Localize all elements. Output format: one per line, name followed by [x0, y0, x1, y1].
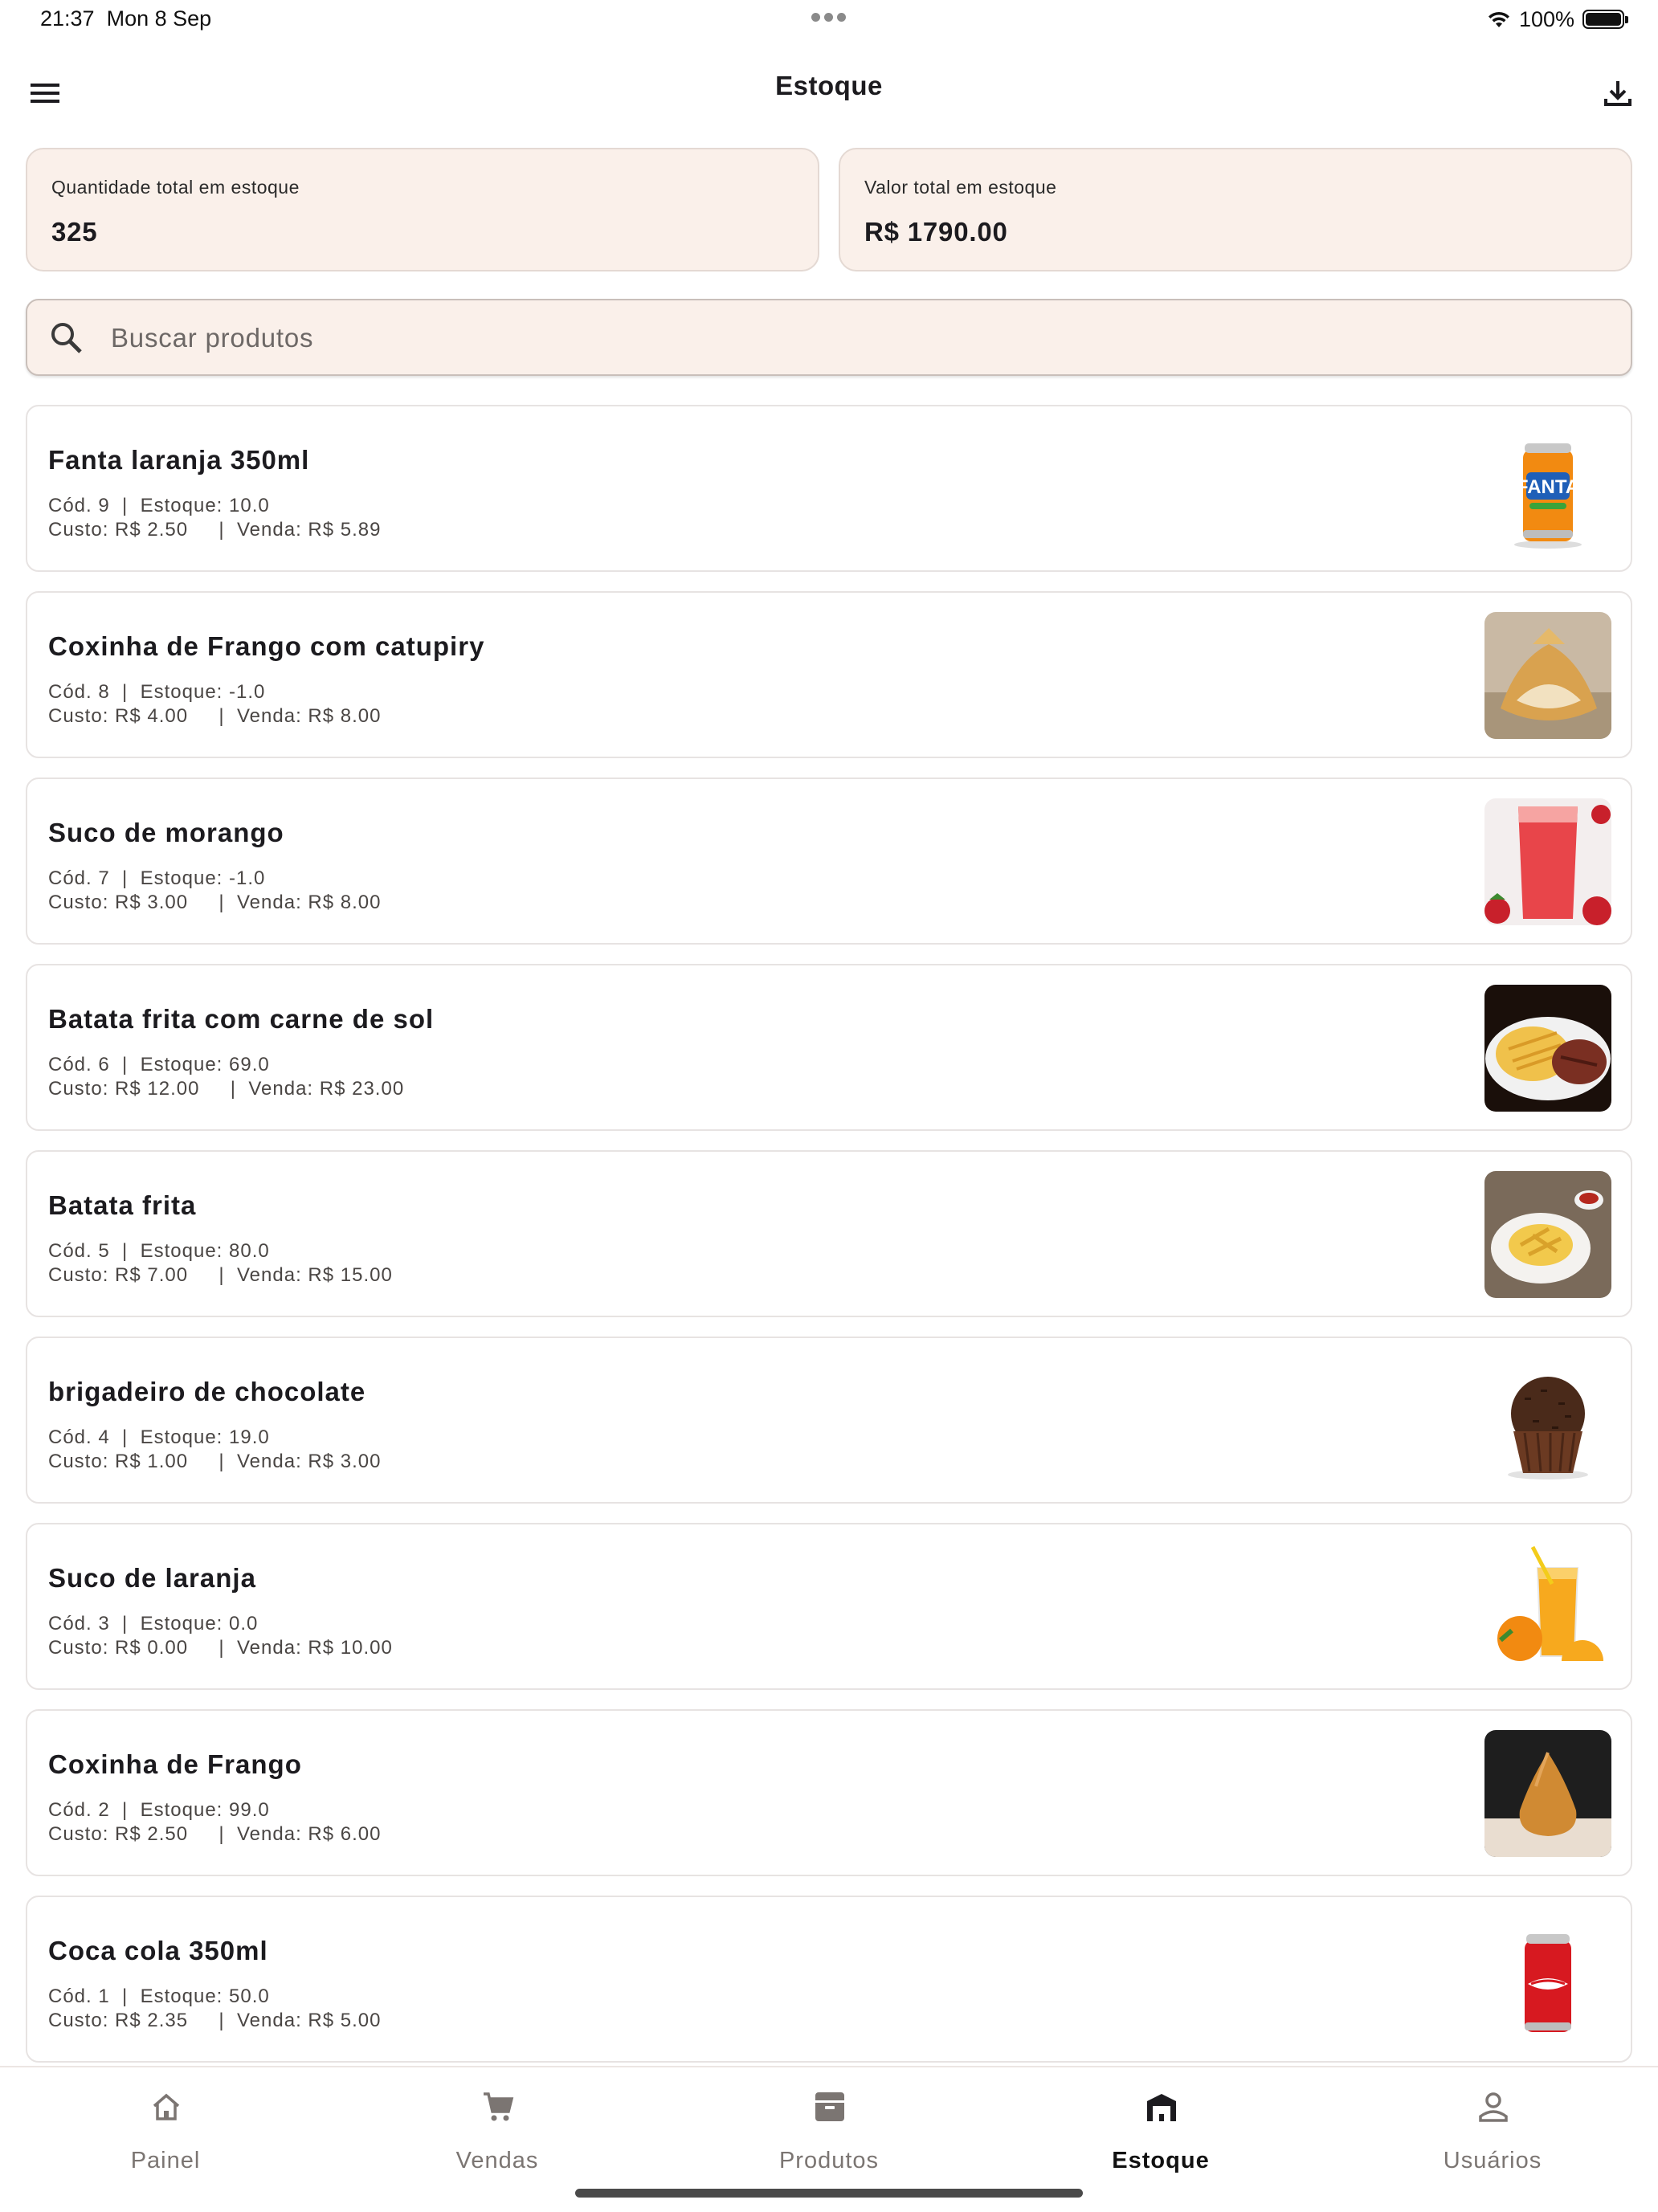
nav-label: Produtos	[778, 2148, 880, 2173]
product-code-stock: Cód. 7 | Estoque: -1.0	[48, 867, 266, 889]
product-cost-price: Custo: R$ 3.00 | Venda: R$ 8.00	[48, 892, 382, 913]
page-title: Estoque	[775, 71, 883, 100]
total-quantity-label: Quantidade total em estoque	[51, 177, 300, 198]
search-icon	[51, 323, 82, 353]
cart-icon	[484, 2092, 514, 2121]
status-time: 21:37 Mon 8 Sep	[40, 6, 212, 31]
product-code-stock: Cód. 1 | Estoque: 50.0	[48, 1985, 270, 2007]
product-cost-price: Custo: R$ 2.50 | Venda: R$ 5.89	[48, 519, 382, 541]
product-card[interactable]: Batata frita Cód. 5 | Estoque: 80.0 Cust…	[26, 1150, 1632, 1317]
home-icon	[153, 2093, 180, 2120]
product-code-stock: Cód. 3 | Estoque: 0.0	[48, 1613, 259, 1635]
nav-label: Usuários	[1443, 2148, 1542, 2173]
product-name: Fanta laranja 350ml	[48, 445, 310, 475]
product-card[interactable]: Suco de laranja Cód. 3 | Estoque: 0.0 Cu…	[26, 1523, 1632, 1690]
status-indicators: 100%	[1487, 6, 1628, 32]
download-icon	[1604, 81, 1631, 106]
product-code-stock: Cód. 2 | Estoque: 99.0	[48, 1799, 270, 1821]
nav-item-produtos[interactable]: Produtos	[664, 2067, 994, 2188]
nav-item-usuarios[interactable]: Usuários	[1327, 2067, 1658, 2188]
product-name: Batata frita	[48, 1190, 197, 1220]
product-name: Coxinha de Frango com catupiry	[48, 631, 485, 661]
archive-icon	[815, 2092, 844, 2121]
nav-item-estoque[interactable]: Estoque	[995, 2067, 1326, 2188]
product-card[interactable]: Coxinha de Frango com catupiry Cód. 8 | …	[26, 591, 1632, 758]
home-indicator[interactable]	[575, 2189, 1083, 2198]
wifi-icon	[1488, 11, 1509, 27]
product-code-stock: Cód. 5 | Estoque: 80.0	[48, 1240, 270, 1262]
strawberry-juice-image	[1484, 798, 1611, 925]
search-bar[interactable]	[26, 299, 1632, 376]
product-cost-price: Custo: R$ 2.35 | Venda: R$ 5.00	[48, 2010, 382, 2031]
product-name: Batata frita com carne de sol	[48, 1004, 435, 1034]
multitasking-dots-icon[interactable]	[811, 6, 847, 22]
status-bar: 21:37 Mon 8 Sep 100%	[0, 0, 1658, 39]
fries-image	[1484, 1171, 1611, 1298]
product-card[interactable]: Coxinha de Frango Cód. 2 | Estoque: 99.0…	[26, 1709, 1632, 1876]
total-value-card: Valor total em estoque R$ 1790.00	[839, 148, 1632, 271]
product-code-stock: Cód. 8 | Estoque: -1.0	[48, 681, 266, 703]
product-card[interactable]: brigadeiro de chocolate Cód. 4 | Estoque…	[26, 1337, 1632, 1504]
product-name: brigadeiro de chocolate	[48, 1377, 366, 1406]
product-cost-price: Custo: R$ 1.00 | Venda: R$ 3.00	[48, 1451, 382, 1472]
nav-label: Vendas	[455, 2148, 539, 2173]
total-quantity-value: 325	[51, 217, 98, 247]
fries-with-meat-image	[1484, 985, 1611, 1112]
product-card[interactable]: Coca cola 350ml Cód. 1 | Estoque: 50.0 C…	[26, 1896, 1632, 2063]
product-name: Coca cola 350ml	[48, 1936, 268, 1965]
battery-icon	[1582, 10, 1628, 29]
download-button[interactable]	[1589, 64, 1647, 122]
coca-cola-can-image	[1484, 1916, 1611, 2043]
total-value-value: R$ 1790.00	[864, 217, 1008, 247]
product-name: Suco de laranja	[48, 1563, 256, 1593]
total-quantity-card: Quantidade total em estoque 325	[26, 148, 819, 271]
nav-label: Estoque	[1112, 2148, 1210, 2173]
product-list: Fanta laranja 350ml Cód. 9 | Estoque: 10…	[26, 405, 1632, 2082]
battery-percent: 100%	[1518, 6, 1574, 31]
product-cost-price: Custo: R$ 4.00 | Venda: R$ 8.00	[48, 705, 382, 727]
product-code-stock: Cód. 9 | Estoque: 10.0	[48, 495, 270, 516]
warehouse-icon	[1147, 2094, 1176, 2121]
app-bar: Estoque	[0, 48, 1658, 120]
person-icon	[1479, 2092, 1508, 2122]
nav-label: Painel	[130, 2148, 201, 2173]
search-input[interactable]	[109, 300, 1607, 376]
product-cost-price: Custo: R$ 2.50 | Venda: R$ 6.00	[48, 1823, 382, 1845]
orange-juice-image	[1484, 1544, 1611, 1671]
brigadeiro-image	[1484, 1357, 1611, 1484]
product-cost-price: Custo: R$ 7.00 | Venda: R$ 15.00	[48, 1264, 393, 1286]
product-name: Suco de morango	[48, 818, 284, 847]
total-value-label: Valor total em estoque	[864, 177, 1057, 198]
product-name: Coxinha de Frango	[48, 1749, 302, 1779]
product-cost-price: Custo: R$ 12.00 | Venda: R$ 23.00	[48, 1078, 405, 1100]
product-card[interactable]: Fanta laranja 350ml Cód. 9 | Estoque: 10…	[26, 405, 1632, 572]
product-card[interactable]: Batata frita com carne de sol Cód. 6 | E…	[26, 964, 1632, 1131]
product-cost-price: Custo: R$ 0.00 | Venda: R$ 10.00	[48, 1637, 393, 1659]
product-code-stock: Cód. 4 | Estoque: 19.0	[48, 1426, 270, 1448]
product-code-stock: Cód. 6 | Estoque: 69.0	[48, 1054, 270, 1075]
coxinha-catupiry-image	[1484, 612, 1611, 739]
nav-item-painel[interactable]: Painel	[0, 2067, 331, 2188]
coxinha-image	[1484, 1730, 1611, 1857]
fanta-can-image: FANTA	[1484, 426, 1611, 553]
nav-item-vendas[interactable]: Vendas	[332, 2067, 663, 2188]
svg-text:FANTA: FANTA	[1517, 476, 1579, 498]
product-card[interactable]: Suco de morango Cód. 7 | Estoque: -1.0 C…	[26, 777, 1632, 945]
